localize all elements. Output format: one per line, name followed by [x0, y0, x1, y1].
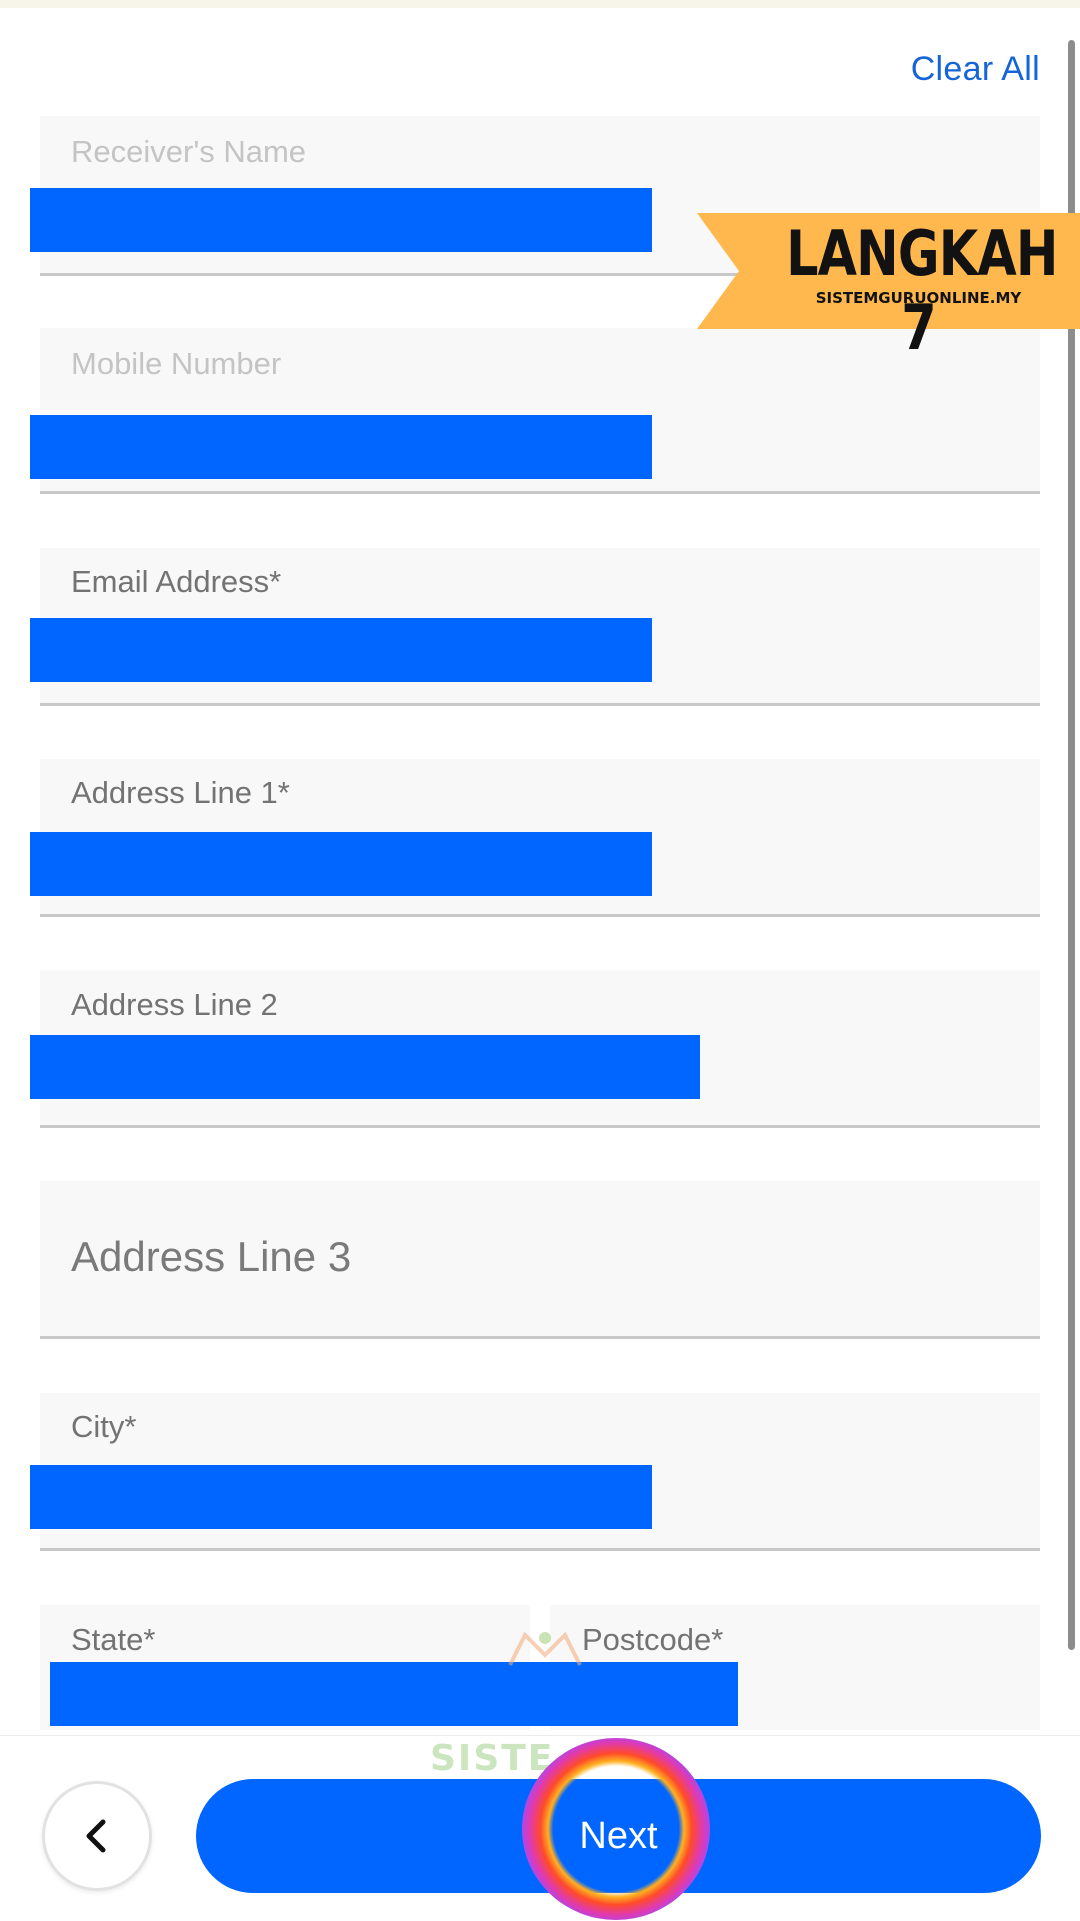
redacted-value: [30, 188, 652, 252]
city-field[interactable]: City*: [30, 1393, 1040, 1551]
email-address-label: Email Address*: [71, 564, 282, 599]
back-button[interactable]: [42, 1781, 152, 1891]
watermark-text: SISTE: [430, 1738, 555, 1779]
redacted-value: [30, 618, 652, 682]
next-label: Next: [579, 1814, 658, 1857]
postcode-label: Postcode*: [582, 1622, 724, 1657]
step-banner: LANGKAH 7 SISTEMGURUONLINE.MY: [697, 213, 1080, 364]
city-label: City*: [71, 1409, 137, 1444]
redacted-value: [30, 1465, 652, 1529]
address-line-2-label: Address Line 2: [71, 987, 278, 1022]
status-strip: [0, 0, 1080, 8]
redacted-value: [30, 832, 652, 896]
clear-all-button[interactable]: Clear All: [911, 50, 1040, 89]
address-line-3-label: Address Line 3: [71, 1233, 352, 1280]
state-label: State*: [71, 1622, 156, 1657]
email-address-field[interactable]: Email Address*: [30, 548, 1040, 706]
address-line-2-field[interactable]: Address Line 2: [30, 970, 1040, 1128]
watermark-logo: [508, 1631, 582, 1666]
next-button[interactable]: Next: [196, 1779, 1041, 1893]
chevron-left-icon: [86, 1819, 106, 1853]
banner-subtitle: SISTEMGURUONLINE.MY: [815, 289, 1022, 307]
redacted-value: [50, 1662, 738, 1726]
address-line-1-label: Address Line 1*: [71, 775, 290, 810]
receivers-name-label: Receiver's Name: [71, 134, 307, 169]
redacted-value: [30, 1035, 700, 1099]
address-line-1-field[interactable]: Address Line 1*: [30, 759, 1040, 917]
mobile-number-label: Mobile Number: [71, 346, 282, 381]
redacted-value: [30, 415, 652, 479]
address-line-3-field[interactable]: Address Line 3: [40, 1181, 1040, 1339]
